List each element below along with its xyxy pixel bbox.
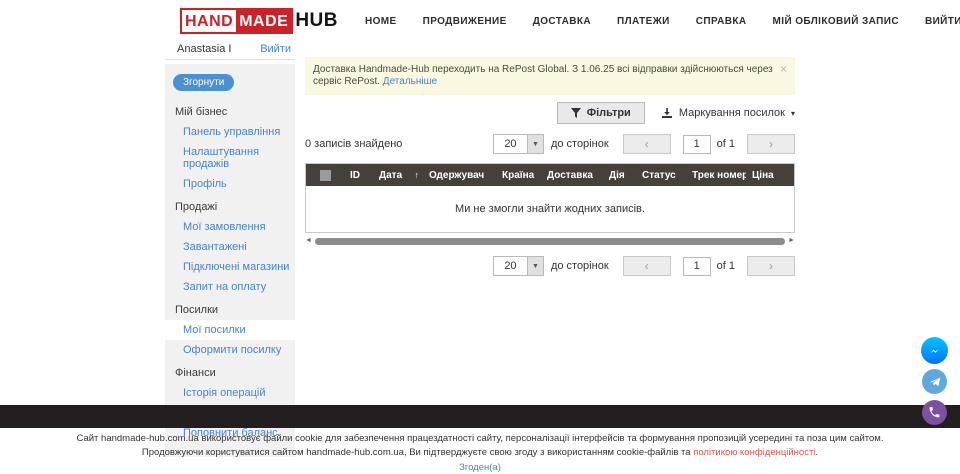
page-number-input[interactable] bbox=[683, 135, 711, 154]
parcel-marking-menu[interactable]: Маркування посилок ▾ bbox=[661, 107, 795, 119]
filter-funnel-icon bbox=[571, 108, 581, 118]
sidebar-item-sales-settings[interactable]: Налаштування продажів bbox=[165, 142, 295, 174]
chevron-down-icon: ▾ bbox=[791, 109, 795, 118]
logo-made: MADE bbox=[236, 10, 291, 32]
sidebar-section-sales: Продажі bbox=[165, 194, 295, 217]
download-icon bbox=[661, 107, 673, 119]
sidebar-item-create-parcel[interactable]: Оформити посилку bbox=[165, 340, 295, 360]
bottom-pager-row: 20 ▼ до сторінок ‹ of 1 › bbox=[305, 256, 795, 276]
col-track-number[interactable]: Трек номер bbox=[686, 170, 746, 181]
logo[interactable]: HANDMADE HUB bbox=[180, 8, 338, 34]
filters-button-label: Фільтри bbox=[587, 107, 631, 119]
nav-promotion[interactable]: ПРОДВИЖЕНИЕ bbox=[423, 16, 507, 27]
nav-home[interactable]: HOME bbox=[365, 16, 397, 27]
sidebar-item-profile[interactable]: Профіль bbox=[165, 174, 295, 194]
viber-icon[interactable] bbox=[922, 400, 947, 425]
page-of-label: of 1 bbox=[717, 260, 735, 272]
table-header-row: ID Дата ↑ Одержувач Країна Доставка Дія … bbox=[306, 164, 794, 186]
sidebar: Anastasia I Вийти Згорнути Мій бізнес Па… bbox=[165, 40, 295, 457]
per-page-label: до сторінок bbox=[551, 138, 609, 150]
col-action[interactable]: Дія bbox=[603, 170, 636, 181]
filters-button[interactable]: Фільтри bbox=[557, 102, 645, 124]
sort-asc-icon[interactable]: ↑ bbox=[415, 170, 420, 181]
footer: Сайт handmade-hub.com.ua використовує фа… bbox=[0, 432, 960, 474]
next-page-button[interactable]: › bbox=[747, 256, 795, 276]
per-page-value[interactable]: 20 bbox=[493, 256, 527, 276]
parcels-table: ID Дата ↑ Одержувач Країна Доставка Дія … bbox=[305, 163, 795, 233]
close-icon[interactable]: × bbox=[780, 62, 787, 76]
logo-box: HANDMADE bbox=[180, 8, 293, 34]
col-price[interactable]: Ціна bbox=[746, 170, 794, 181]
scrollbar-track[interactable] bbox=[315, 238, 785, 245]
privacy-policy-link[interactable]: політикою конфіденційності bbox=[693, 447, 815, 458]
nav-delivery[interactable]: ДОСТАВКА bbox=[533, 16, 591, 27]
next-page-button[interactable]: › bbox=[747, 134, 795, 154]
floating-social-icons bbox=[921, 337, 949, 425]
cookie-line2-prefix: Продовжуючи користуватися сайтом handmad… bbox=[142, 447, 693, 458]
page: HANDMADE HUB HOME ПРОДВИЖЕНИЕ ДОСТАВКА П… bbox=[0, 0, 960, 474]
user-row: Anastasia I Вийти bbox=[165, 40, 295, 60]
sidebar-item-connected-shops[interactable]: Підключені магазини bbox=[165, 257, 295, 277]
sidebar-panel: Згорнути Мій бізнес Панель управління На… bbox=[165, 64, 295, 457]
select-all-checkbox[interactable] bbox=[320, 170, 331, 181]
logo-hub: HUB bbox=[295, 10, 338, 32]
per-page-value[interactable]: 20 bbox=[493, 134, 527, 154]
col-delivery[interactable]: Доставка bbox=[541, 170, 603, 181]
sidebar-item-uploaded[interactable]: Завантажені bbox=[165, 237, 295, 257]
user-name: Anastasia I bbox=[177, 43, 231, 55]
page-of-label: of 1 bbox=[717, 138, 735, 150]
nav-help[interactable]: СПРАВКА bbox=[696, 16, 747, 27]
footer-black-bar bbox=[0, 405, 960, 428]
logout-link[interactable]: Вийти bbox=[260, 43, 291, 55]
main-content: Доставка Handmade-Hub переходить на RePo… bbox=[305, 57, 795, 276]
sidebar-item-my-orders[interactable]: Мої замовлення bbox=[165, 217, 295, 237]
page-number-input[interactable] bbox=[683, 257, 711, 276]
per-page-caret-button[interactable]: ▼ bbox=[527, 256, 544, 276]
table-empty-state: Ми не змогли знайти жодних записів. bbox=[306, 186, 794, 232]
nav-payments[interactable]: ПЛАТЕЖИ bbox=[617, 16, 670, 27]
cookie-line1: Сайт handmade-hub.com.ua використовує фа… bbox=[0, 432, 960, 446]
per-page-caret-button[interactable]: ▼ bbox=[527, 134, 544, 154]
sidebar-item-operations-history[interactable]: Історія операцій bbox=[165, 383, 295, 403]
sidebar-section-parcels: Посилки bbox=[165, 297, 295, 320]
prev-page-button[interactable]: ‹ bbox=[623, 134, 671, 154]
sidebar-section-finance: Фінанси bbox=[165, 360, 295, 383]
pagination-top: 20 ▼ до сторінок ‹ of 1 › bbox=[493, 134, 795, 154]
agree-link-1[interactable]: Згоден(а) bbox=[0, 461, 960, 474]
pagination-bottom: 20 ▼ до сторінок ‹ of 1 › bbox=[493, 256, 795, 276]
col-country[interactable]: Країна bbox=[496, 170, 541, 181]
top-header: HANDMADE HUB HOME ПРОДВИЖЕНИЕ ДОСТАВКА П… bbox=[0, 0, 960, 42]
col-status[interactable]: Статус bbox=[636, 170, 686, 181]
scrollbar-thumb[interactable] bbox=[315, 238, 785, 245]
nav-logout[interactable]: ВИЙТИ bbox=[925, 16, 960, 27]
select-all-cell bbox=[306, 170, 344, 181]
sidebar-item-dashboard[interactable]: Панель управління bbox=[165, 122, 295, 142]
sidebar-item-my-parcels[interactable]: Мої посилки bbox=[165, 320, 295, 340]
logo-hand: HAND bbox=[182, 10, 236, 32]
nav-my-account[interactable]: МІЙ ОБЛІКОВИЙ ЗАПИС bbox=[773, 16, 899, 27]
scroll-right-icon[interactable]: ► bbox=[788, 237, 795, 245]
messenger-icon[interactable] bbox=[921, 337, 948, 364]
toolbar: Фільтри Маркування посилок ▾ bbox=[305, 100, 795, 126]
sidebar-section-my-business: Мій бізнес bbox=[165, 99, 295, 122]
records-found-label: 0 записів знайдено bbox=[305, 138, 402, 150]
telegram-icon[interactable] bbox=[922, 369, 947, 394]
collapse-button[interactable]: Згорнути bbox=[173, 74, 234, 91]
records-row: 0 записів знайдено 20 ▼ до сторінок ‹ of… bbox=[305, 133, 795, 155]
main-nav: HOME ПРОДВИЖЕНИЕ ДОСТАВКА ПЛАТЕЖИ СПРАВК… bbox=[365, 0, 960, 42]
col-id[interactable]: ID bbox=[344, 170, 373, 181]
per-page-label: до сторінок bbox=[551, 260, 609, 272]
horizontal-scrollbar: ◄ ► bbox=[305, 237, 795, 245]
col-recipient[interactable]: Одержувач bbox=[423, 170, 496, 181]
banner-details-link[interactable]: Детальніше bbox=[383, 76, 437, 87]
sidebar-item-payment-request[interactable]: Запит на оплату bbox=[165, 277, 295, 297]
cookie-line2: Продовжуючи користуватися сайтом handmad… bbox=[0, 446, 960, 460]
col-date[interactable]: Дата ↑ bbox=[373, 170, 423, 181]
cookie-line2-suffix: . bbox=[815, 447, 818, 458]
notification-banner: Доставка Handmade-Hub переходить на RePo… bbox=[305, 57, 795, 95]
parcel-marking-label: Маркування посилок bbox=[679, 107, 785, 119]
prev-page-button[interactable]: ‹ bbox=[623, 256, 671, 276]
scroll-left-icon[interactable]: ◄ bbox=[305, 237, 312, 245]
col-date-label: Дата bbox=[379, 170, 402, 181]
